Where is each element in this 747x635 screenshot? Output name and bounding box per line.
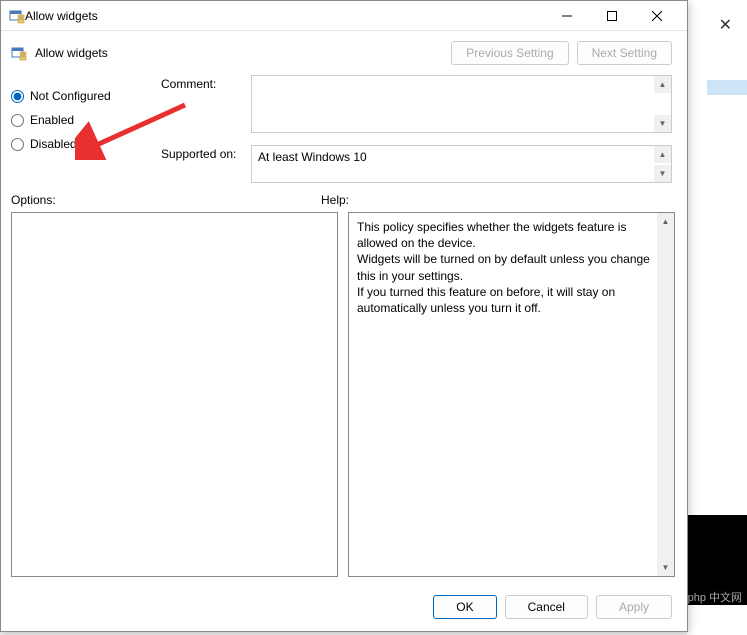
fields-column: Comment: ▲ ▼ Supported on: At least Wind… [161,75,672,183]
radio-not-configured[interactable]: Not Configured [11,89,151,103]
config-area: Not Configured Enabled Disabled Comment:… [1,70,687,193]
policy-dialog: Allow widgets Allow widgets Previous Set… [0,0,688,632]
supported-scrollbar[interactable]: ▲ ▼ [654,146,671,182]
ok-button[interactable]: OK [433,595,496,619]
options-label: Options: [11,193,321,207]
header-title: Allow widgets [35,46,443,60]
radio-column: Not Configured Enabled Disabled [11,75,151,183]
supported-row: Supported on: At least Windows 10 ▲ ▼ [161,145,672,183]
radio-enabled-input[interactable] [11,114,24,127]
scroll-down-icon[interactable]: ▼ [654,115,671,132]
next-setting-button[interactable]: Next Setting [577,41,672,65]
radio-disabled-input[interactable] [11,138,24,151]
scrollbar-track[interactable] [657,230,674,559]
help-text: This policy specifies whether the widget… [349,213,674,322]
scroll-up-icon[interactable]: ▲ [657,213,674,230]
supported-textarea: At least Windows 10 ▲ ▼ [251,145,672,183]
panes-row: This policy specifies whether the widget… [1,212,687,587]
header-row: Allow widgets Previous Setting Next Sett… [1,31,687,70]
pane-labels: Options: Help: [1,193,687,212]
scroll-up-icon[interactable]: ▲ [654,146,671,163]
apply-button[interactable]: Apply [596,595,672,619]
supported-value: At least Windows 10 [252,146,671,168]
radio-enabled-label[interactable]: Enabled [30,113,74,127]
titlebar: Allow widgets [1,1,687,31]
scroll-up-icon[interactable]: ▲ [654,76,671,93]
radio-disabled-label[interactable]: Disabled [30,137,77,151]
radio-enabled[interactable]: Enabled [11,113,151,127]
scroll-down-icon[interactable]: ▼ [657,559,674,576]
titlebar-text: Allow widgets [25,9,544,23]
scroll-down-icon[interactable]: ▼ [654,165,671,182]
supported-label: Supported on: [161,145,241,183]
help-pane: This policy specifies whether the widget… [348,212,675,577]
cancel-button[interactable]: Cancel [505,595,588,619]
previous-setting-button[interactable]: Previous Setting [451,41,568,65]
options-pane [11,212,338,577]
maximize-button[interactable] [589,2,634,30]
background-close-icon[interactable]: ✕ [719,15,732,35]
comment-textarea[interactable]: ▲ ▼ [251,75,672,133]
comment-scrollbar[interactable]: ▲ ▼ [654,76,671,132]
help-label: Help: [321,193,349,207]
close-button[interactable] [634,2,679,30]
radio-not-configured-label[interactable]: Not Configured [30,89,111,103]
button-row: OK Cancel Apply [1,587,687,631]
policy-icon [9,8,25,24]
radio-not-configured-input[interactable] [11,90,24,103]
radio-disabled[interactable]: Disabled [11,137,151,151]
comment-label: Comment: [161,75,241,133]
background-window: ✕ [687,0,747,635]
background-selection-bar [707,80,747,95]
help-scrollbar[interactable]: ▲ ▼ [657,213,674,576]
comment-row: Comment: ▲ ▼ [161,75,672,133]
policy-header-icon [11,45,27,61]
minimize-button[interactable] [544,2,589,30]
